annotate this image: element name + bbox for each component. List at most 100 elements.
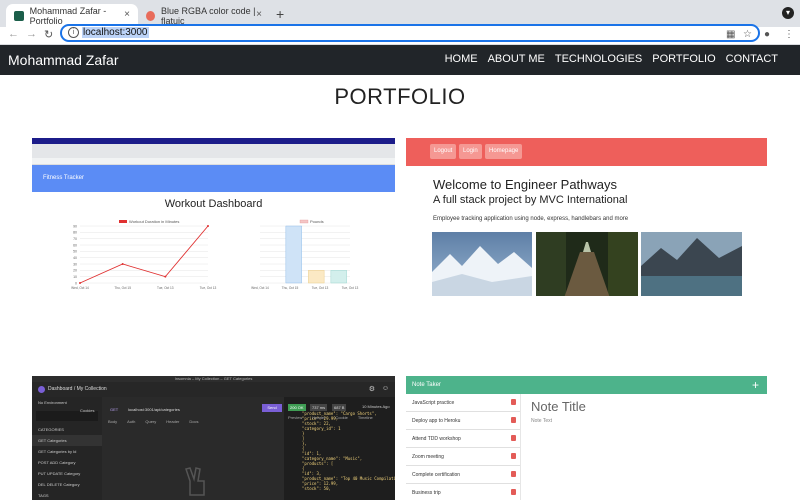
trash-icon[interactable] xyxy=(511,417,516,423)
request-item[interactable]: POST ADD Category xyxy=(32,457,102,468)
page-title: PORTFOLIO xyxy=(334,84,466,109)
trash-icon[interactable] xyxy=(511,489,516,495)
nav-links: HOME ABOUT ME TECHNOLOGIES PORTFOLIO CON… xyxy=(445,53,778,65)
insomnia-logo-icon xyxy=(38,386,45,393)
trash-icon[interactable] xyxy=(511,453,516,459)
insomnia-breadcrumb[interactable]: Dashboard / My Collection xyxy=(48,386,107,392)
site-brand[interactable]: Mohammad Zafar xyxy=(8,52,118,68)
new-tab-button[interactable]: + xyxy=(276,6,284,22)
x-tick-label: Wed, Oct 14 xyxy=(71,286,89,290)
x-tick-label: Tue, Oct 13 xyxy=(342,286,359,290)
request-item[interactable]: DEL DELETE Category xyxy=(32,479,102,490)
tab-query[interactable]: Query xyxy=(145,419,156,424)
note-item[interactable]: JavaScript practice xyxy=(406,394,520,412)
settings-gear-icon[interactable]: ⚙ xyxy=(369,385,375,393)
request-item[interactable]: PUT UPDATE Category xyxy=(32,468,102,479)
back-arrow-icon[interactable]: ← xyxy=(8,28,19,40)
project-card-engineer-pathways[interactable]: Logout Login Homepage Welcome to Enginee… xyxy=(406,138,767,296)
send-button[interactable]: Send xyxy=(262,404,282,412)
y-tick-label: 70 xyxy=(73,237,77,241)
trash-icon[interactable] xyxy=(511,399,516,405)
y-tick-label: 10 xyxy=(73,275,77,279)
tab-response-header[interactable]: Header xyxy=(312,415,325,420)
flatuicolors-favicon-icon xyxy=(146,10,156,21)
request-item[interactable]: GET Categories by Id xyxy=(32,446,102,457)
project-card-note-taker[interactable]: Note Taker + JavaScript practice Deploy … xyxy=(406,376,767,500)
nav-about-me[interactable]: ABOUT ME xyxy=(488,53,545,65)
note-text-input[interactable]: Note Text xyxy=(531,418,552,424)
folder-tags[interactable]: TAGS xyxy=(32,490,102,500)
menu-kebab-icon[interactable]: ⋮ xyxy=(784,29,794,40)
note-item[interactable]: Attend TDD workshop xyxy=(406,430,520,448)
add-note-icon[interactable]: + xyxy=(752,378,759,392)
tab-auth[interactable]: Auth xyxy=(127,419,135,424)
homepage-button[interactable]: Homepage xyxy=(485,144,523,159)
address-bar[interactable]: i localhost:3000 xyxy=(60,24,760,42)
project-card-fitness-tracker[interactable]: Fitness Tracker Workout Dashboard Workou… xyxy=(32,138,395,296)
login-button[interactable]: Login xyxy=(459,144,482,159)
pathways-subtitle: A full stack project by MVC Internationa… xyxy=(433,194,628,206)
cookies-button[interactable]: Cookies xyxy=(80,408,94,413)
environment-select[interactable]: No Environment xyxy=(32,397,102,408)
nav-technologies[interactable]: TECHNOLOGIES xyxy=(555,53,642,65)
forward-arrow-icon[interactable]: → xyxy=(26,28,37,40)
x-tick-label: Thu, Oct 15 xyxy=(114,286,131,290)
nav-portfolio[interactable]: PORTFOLIO xyxy=(652,53,715,65)
tab-timeline[interactable]: Timeline xyxy=(358,415,373,420)
bar-legend-swatch xyxy=(299,219,309,224)
site-info-icon[interactable]: i xyxy=(68,27,79,38)
request-item[interactable]: GET Categories xyxy=(32,435,102,446)
request-url-input[interactable]: localhost:3001/api/categories xyxy=(128,407,180,412)
tab-title: Mohammad Zafar - Portfolio xyxy=(29,5,107,26)
line-legend-swatch xyxy=(119,220,127,223)
trash-icon[interactable] xyxy=(511,471,516,477)
method-select[interactable]: GET xyxy=(110,407,118,412)
reload-icon[interactable]: ↻ xyxy=(44,28,53,41)
y-tick-label: 50 xyxy=(73,250,77,254)
qr-code-icon[interactable]: ▦ xyxy=(726,29,735,40)
pathways-title: Welcome to Engineer Pathways xyxy=(433,177,618,192)
status-badge: 200 OK xyxy=(288,404,306,411)
bar-legend-label: Pounds xyxy=(310,219,324,224)
y-tick-label: 90 xyxy=(73,224,77,228)
site-navbar: Mohammad Zafar HOME ABOUT ME TECHNOLOGIE… xyxy=(0,45,800,75)
tab-docs[interactable]: Docs xyxy=(189,419,198,424)
note-item[interactable]: Deploy app to Heroku xyxy=(406,412,520,430)
note-item[interactable]: Zoom meeting xyxy=(406,448,520,466)
note-item[interactable]: Complete certification xyxy=(406,466,520,484)
note-item[interactable]: Business trip xyxy=(406,484,520,500)
close-tab-icon[interactable]: × xyxy=(124,9,130,20)
logout-button[interactable]: Logout xyxy=(430,144,457,159)
x-tick-label: Tue, Oct 13 xyxy=(157,286,174,290)
tab-body[interactable]: Body xyxy=(108,419,117,424)
line-point xyxy=(121,263,124,265)
project-card-insomnia[interactable]: Insomnia – My Collection – GET Categorie… xyxy=(32,376,395,500)
note-title-input[interactable]: Note Title xyxy=(531,399,586,414)
close-tab-icon[interactable]: × xyxy=(256,9,262,20)
pounds-bar xyxy=(308,270,325,284)
folder-categories[interactable]: CATEGORIES xyxy=(32,424,102,435)
nav-home[interactable]: HOME xyxy=(445,53,478,65)
peace-hand-icon xyxy=(185,467,205,496)
account-icon[interactable]: ☺ xyxy=(382,385,389,392)
bookmark-star-icon[interactable]: ☆ xyxy=(743,29,752,40)
pathways-description: Employee tracking application using node… xyxy=(433,216,629,222)
tab-cookie[interactable]: Cookie xyxy=(335,415,347,420)
line-legend-label: Workout Duration in Minutes xyxy=(129,219,179,224)
note-item-label: Attend TDD workshop xyxy=(412,436,461,442)
url-text[interactable]: localhost:3000 xyxy=(82,27,149,38)
tab-search-icon[interactable]: ▾ xyxy=(782,7,794,19)
screenshot-tab-bar xyxy=(32,144,395,158)
nav-contact[interactable]: CONTACT xyxy=(726,53,778,65)
tab-preview[interactable]: Preview xyxy=(288,415,302,420)
tab-header[interactable]: Header xyxy=(166,419,179,424)
line-point xyxy=(164,275,167,278)
workout-duration-line xyxy=(79,225,209,284)
divider xyxy=(520,394,521,500)
tab-title: Blue RGBA color code | flatuic xyxy=(161,5,256,26)
trash-icon[interactable] xyxy=(511,435,516,441)
time-badge: 737 ms xyxy=(310,404,328,411)
profile-avatar-icon[interactable]: ● xyxy=(764,29,770,40)
screenshot-address-bar xyxy=(32,158,395,165)
history-dropdown[interactable]: 10 Minutes Ago xyxy=(362,404,390,409)
